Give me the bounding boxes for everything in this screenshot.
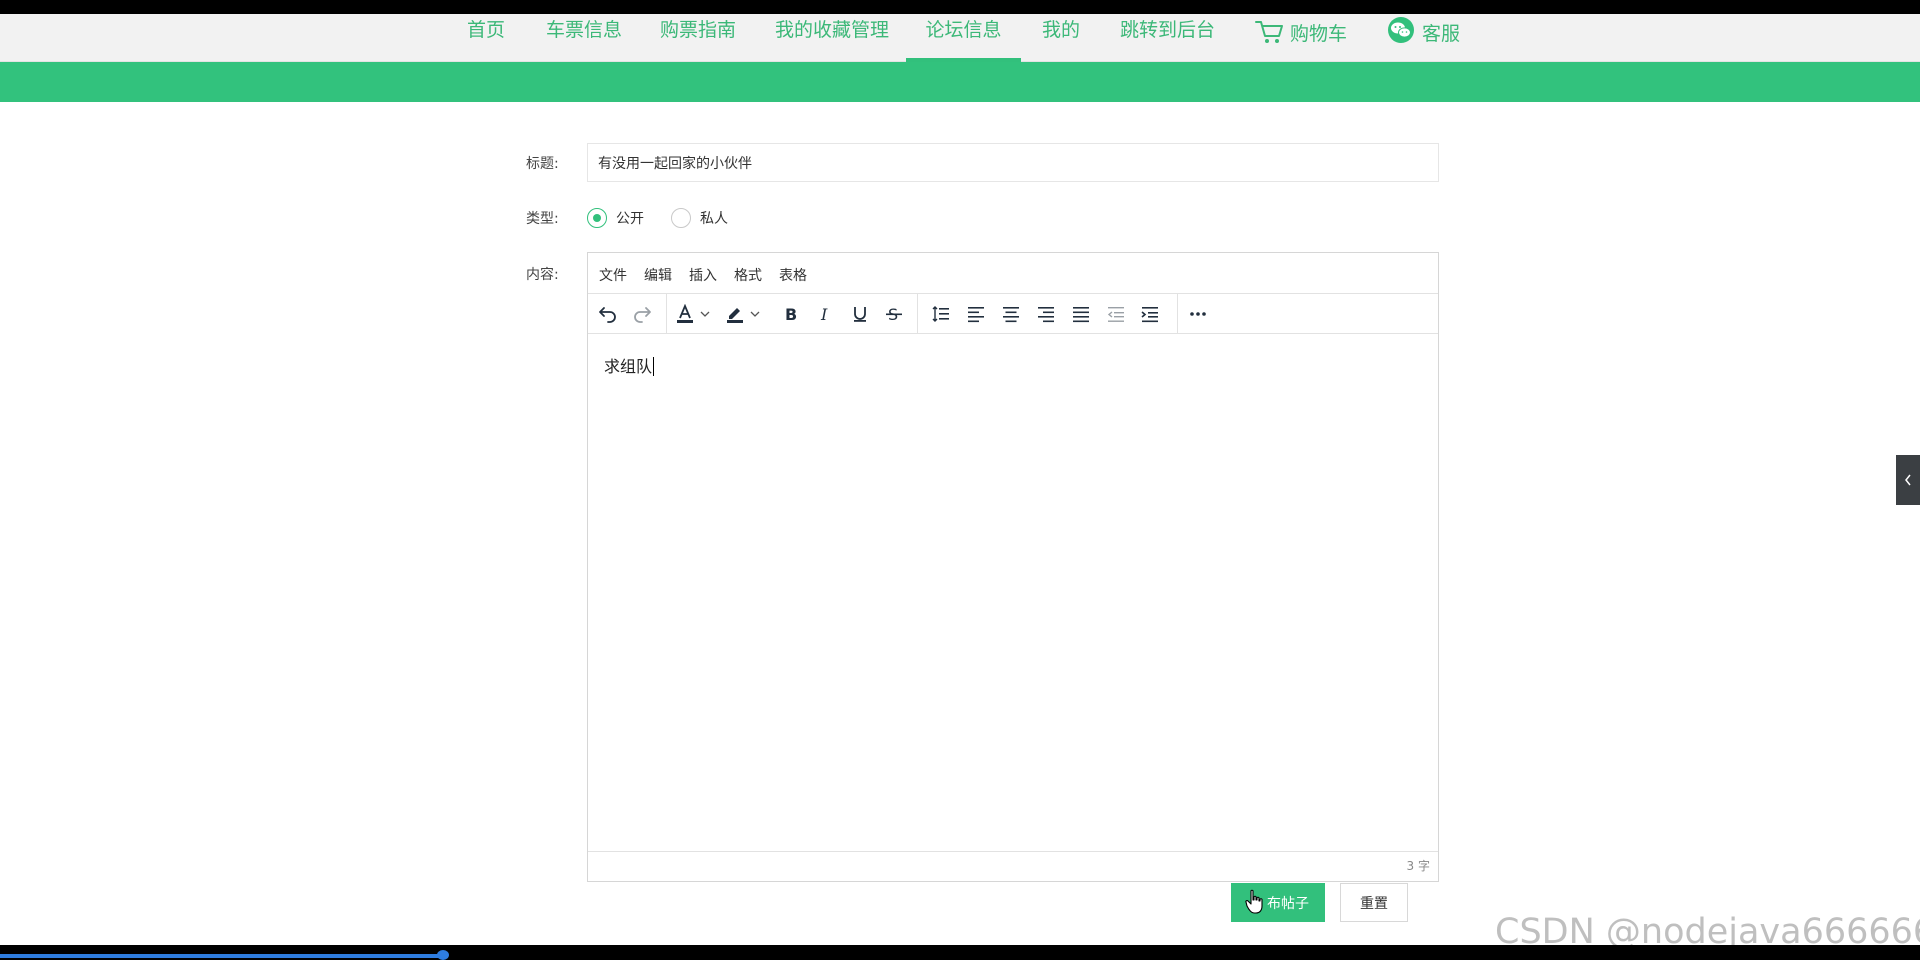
radio-private-indicator[interactable] [671,208,691,228]
editor-content[interactable]: 求组队 [588,335,1438,851]
hand-cursor-icon [1245,889,1265,919]
nav-item-cart[interactable]: 购物车 [1254,14,1347,62]
watermark: CSDN @nodejava666666 [1495,912,1920,945]
menu-edit[interactable]: 编辑 [644,265,672,285]
more-icon[interactable] [1185,301,1211,327]
radio-private-label: 私人 [700,211,728,227]
wechat-icon [1386,14,1416,46]
bottom-progress-knob[interactable] [437,950,449,960]
nav-item-admin[interactable]: 跳转到后台 [1120,14,1215,62]
bottom-progress-bar [0,954,442,958]
nav-item-cart-label: 购物车 [1290,23,1348,45]
italic-icon[interactable]: I [812,301,838,327]
nav-item-ticket-guide[interactable]: 购票指南 [660,14,736,62]
align-justify-icon[interactable] [1068,301,1094,327]
type-label: 类型: [526,211,559,227]
chevron-left-icon [1904,471,1912,490]
undo-icon[interactable] [595,301,621,327]
svg-text:I: I [820,305,828,324]
outdent-icon[interactable] [1103,301,1129,327]
align-right-icon[interactable] [1033,301,1059,327]
text-color-caret-icon[interactable] [699,301,711,327]
toolbar-divider [917,294,918,334]
menu-file[interactable]: 文件 [599,265,627,285]
svg-text:B: B [785,305,797,324]
word-count: 3 字 [1406,859,1430,873]
editor-toolbar: B I S [588,294,1438,334]
editor-menubar: 文件 编辑 插入 格式 表格 [588,253,1438,294]
menu-format[interactable]: 格式 [734,265,762,285]
align-center-icon[interactable] [998,301,1024,327]
radio-public[interactable]: 公开 [587,207,644,229]
editor-statusbar: 3 字 [588,851,1438,881]
menu-table[interactable]: 表格 [779,265,807,285]
nav-item-ticket-info[interactable]: 车票信息 [546,14,622,62]
editor-content-text: 求组队 [604,357,653,376]
strikethrough-icon[interactable]: S [881,301,907,327]
nav-item-home[interactable]: 首页 [467,14,505,62]
nav-item-service-label: 客服 [1422,23,1461,45]
cart-icon [1254,15,1284,47]
page: 首页 车票信息 购票指南 我的收藏管理 论坛信息 我的 跳转到后台 购物车 客服… [0,14,1920,945]
menu-insert[interactable]: 插入 [689,265,717,285]
underline-icon[interactable] [847,301,873,327]
radio-public-indicator[interactable] [587,208,607,228]
highlight-color-caret-icon[interactable] [749,301,761,327]
rich-text-editor: 文件 编辑 插入 格式 表格 B I S 求组队 3 字 [587,252,1439,882]
title-label: 标题: [526,156,559,172]
reset-button[interactable]: 重置 [1340,883,1408,922]
toolbar-divider [1177,294,1178,334]
indent-icon[interactable] [1137,301,1163,327]
highlight-color-icon[interactable] [722,301,748,327]
toolbar-divider [666,294,667,334]
text-color-icon[interactable] [672,301,698,327]
radio-public-label: 公开 [616,211,644,227]
line-height-icon[interactable] [928,301,954,327]
align-left-icon[interactable] [963,301,989,327]
nav-item-favorites[interactable]: 我的收藏管理 [775,14,889,62]
title-input[interactable] [587,143,1439,182]
top-nav: 首页 车票信息 购票指南 我的收藏管理 论坛信息 我的 跳转到后台 购物车 客服 [0,14,1920,62]
nav-item-forum[interactable]: 论坛信息 [906,14,1021,62]
side-collapse-tab[interactable] [1896,455,1920,505]
nav-item-service[interactable]: 客服 [1386,14,1460,62]
green-banner [0,62,1920,102]
text-cursor [653,357,655,376]
content-label: 内容: [526,267,559,283]
radio-private[interactable]: 私人 [671,207,728,229]
bold-icon[interactable]: B [778,301,804,327]
redo-icon[interactable] [629,301,655,327]
nav-item-mine[interactable]: 我的 [1042,14,1080,62]
